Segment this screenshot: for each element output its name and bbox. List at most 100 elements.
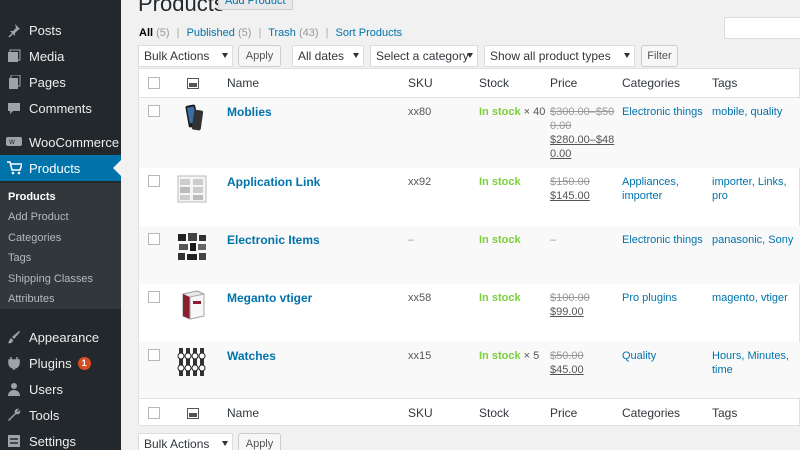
menu-item-appearance[interactable]: Appearance — [0, 324, 121, 350]
bulk-actions-select[interactable]: Bulk Actions — [138, 45, 233, 67]
tags-link[interactable]: magento, vtiger — [712, 291, 788, 305]
tags-link[interactable]: mobile, quality — [712, 105, 782, 119]
image-icon — [187, 408, 199, 419]
menu-item-pages[interactable]: Pages — [0, 69, 121, 95]
product-thumbnail-application[interactable] — [176, 172, 208, 204]
chevron-down-icon — [222, 441, 228, 446]
stock-status: In stock × 40 — [479, 105, 545, 119]
product-thumbnail-electronics[interactable] — [176, 231, 208, 263]
tags-link[interactable]: pro — [712, 189, 787, 203]
category-link[interactable]: importer — [622, 189, 679, 203]
category-link[interactable]: Electronic things — [622, 233, 703, 247]
separator: | — [325, 27, 329, 39]
row-checkbox[interactable] — [148, 175, 160, 187]
user-icon — [6, 381, 22, 397]
column-header-name[interactable]: Name — [227, 76, 259, 90]
menu-item-plugins[interactable]: Plugins 1 — [0, 350, 121, 376]
menu-label: Media — [29, 48, 65, 64]
sale-price: 0.00 — [550, 148, 572, 160]
category-link[interactable]: Quality — [622, 349, 656, 363]
select-all-checkbox-bottom[interactable] — [148, 407, 160, 419]
product-type-filter-select[interactable]: Show all product types — [484, 45, 635, 67]
column-header-sku[interactable]: SKU — [408, 76, 433, 90]
product-name-link[interactable]: Meganto vtiger — [227, 291, 312, 305]
menu-item-settings[interactable]: Settings — [0, 428, 121, 450]
product-sku: xx15 — [408, 350, 432, 362]
sidebar-top-item-cut — [0, 0, 121, 8]
product-thumbnail-phone[interactable] — [178, 102, 210, 134]
product-price: $300.00–$50 0.00 $280.00–$48 0.00 — [550, 105, 614, 161]
row-checkbox[interactable] — [148, 349, 160, 361]
admin-sidebar: Posts Media Pages Comments W WooCommerce… — [0, 0, 121, 450]
column-footer-name[interactable]: Name — [227, 406, 259, 420]
menu-item-posts[interactable]: Posts — [0, 17, 121, 43]
products-table: Name SKU Stock Price Categories Tags Mob… — [138, 68, 800, 426]
product-thumbnail-watches[interactable] — [176, 346, 208, 378]
main-content: Products Add Product All (5) | Published… — [121, 0, 800, 450]
menu-item-tools[interactable]: Tools — [0, 402, 121, 428]
stock-status: In stock — [479, 233, 521, 247]
table-row: Electronic Items – In stock – Electronic… — [139, 226, 800, 284]
row-checkbox[interactable] — [148, 291, 160, 303]
add-product-button[interactable]: Add Product — [218, 0, 293, 10]
table-header: Name SKU Stock Price Categories Tags — [139, 69, 800, 98]
tags-link[interactable]: time — [712, 363, 789, 377]
menu-label: Plugins — [29, 355, 72, 371]
category-filter-select[interactable]: Select a category — [370, 45, 478, 67]
in-stock-label: In stock — [479, 350, 521, 362]
tags-link[interactable]: Hours, Minutes, — [712, 349, 789, 363]
apply-button-bottom[interactable]: Apply — [238, 433, 281, 450]
menu-label: Tools — [29, 407, 60, 423]
filter-published-count: (5) — [237, 27, 252, 39]
tags-links[interactable]: importer, Links, pro — [712, 175, 787, 203]
menu-item-woocommerce[interactable]: W WooCommerce — [0, 129, 121, 155]
product-name-link[interactable]: Application Link — [227, 175, 320, 189]
regular-price: $100.00 — [550, 292, 590, 304]
category-link[interactable]: Pro plugins — [622, 291, 677, 305]
menu-label: Users — [29, 381, 63, 397]
category-links[interactable]: Appliances, importer — [622, 175, 679, 203]
stock-qty: × 40 — [520, 106, 546, 118]
pin-icon — [6, 22, 22, 38]
row-checkbox[interactable] — [148, 105, 160, 117]
menu-item-media[interactable]: Media — [0, 43, 121, 69]
tags-link[interactable]: panasonic, Sony — [712, 233, 793, 247]
filter-sort-products[interactable]: Sort Products — [336, 27, 403, 39]
menu-item-products[interactable]: Products — [0, 155, 121, 181]
column-footer-sku[interactable]: SKU — [408, 406, 433, 420]
product-name-link[interactable]: Electronic Items — [227, 233, 320, 247]
select-all-checkbox[interactable] — [148, 77, 160, 89]
column-footer-stock: Stock — [479, 406, 510, 420]
submenu-item-add-product[interactable]: Add Product — [8, 211, 69, 223]
product-name-link[interactable]: Watches — [227, 349, 276, 363]
tags-links[interactable]: Hours, Minutes, time — [712, 349, 789, 377]
menu-item-users[interactable]: Users — [0, 376, 121, 402]
stock-status: In stock × 5 — [479, 349, 539, 363]
filter-trash[interactable]: Trash — [268, 27, 296, 39]
filter-published[interactable]: Published — [187, 27, 235, 39]
menu-item-comments[interactable]: Comments — [0, 95, 121, 121]
submenu-item-tags[interactable]: Tags — [8, 252, 31, 264]
table-row: Moblies xx80 In stock × 40 $300.00–$50 0… — [139, 98, 800, 168]
submenu-item-attributes[interactable]: Attributes — [8, 293, 54, 305]
dates-filter-select[interactable]: All dates — [292, 45, 364, 67]
column-footer-price[interactable]: Price — [550, 406, 577, 420]
bulk-actions-select-bottom[interactable]: Bulk Actions — [138, 433, 233, 450]
search-input[interactable] — [724, 17, 800, 39]
category-link[interactable]: Electronic things — [622, 105, 703, 119]
column-header-price[interactable]: Price — [550, 76, 577, 90]
product-name-link[interactable]: Moblies — [227, 105, 272, 119]
cart-icon — [6, 160, 22, 176]
submenu-item-categories[interactable]: Categories — [8, 232, 61, 244]
product-thumbnail-box[interactable] — [177, 288, 209, 320]
stock-qty: × 5 — [520, 350, 540, 362]
tags-link[interactable]: importer, Links, — [712, 175, 787, 189]
row-checkbox[interactable] — [148, 233, 160, 245]
menu-label: WooCommerce — [29, 134, 120, 150]
apply-button[interactable]: Apply — [238, 45, 281, 67]
submenu-item-shipping-classes[interactable]: Shipping Classes — [8, 273, 93, 285]
category-link[interactable]: Appliances, — [622, 175, 679, 189]
filter-button[interactable]: Filter — [641, 45, 678, 67]
filter-all[interactable]: All — [139, 27, 153, 39]
submenu-item-products[interactable]: Products — [8, 191, 56, 203]
